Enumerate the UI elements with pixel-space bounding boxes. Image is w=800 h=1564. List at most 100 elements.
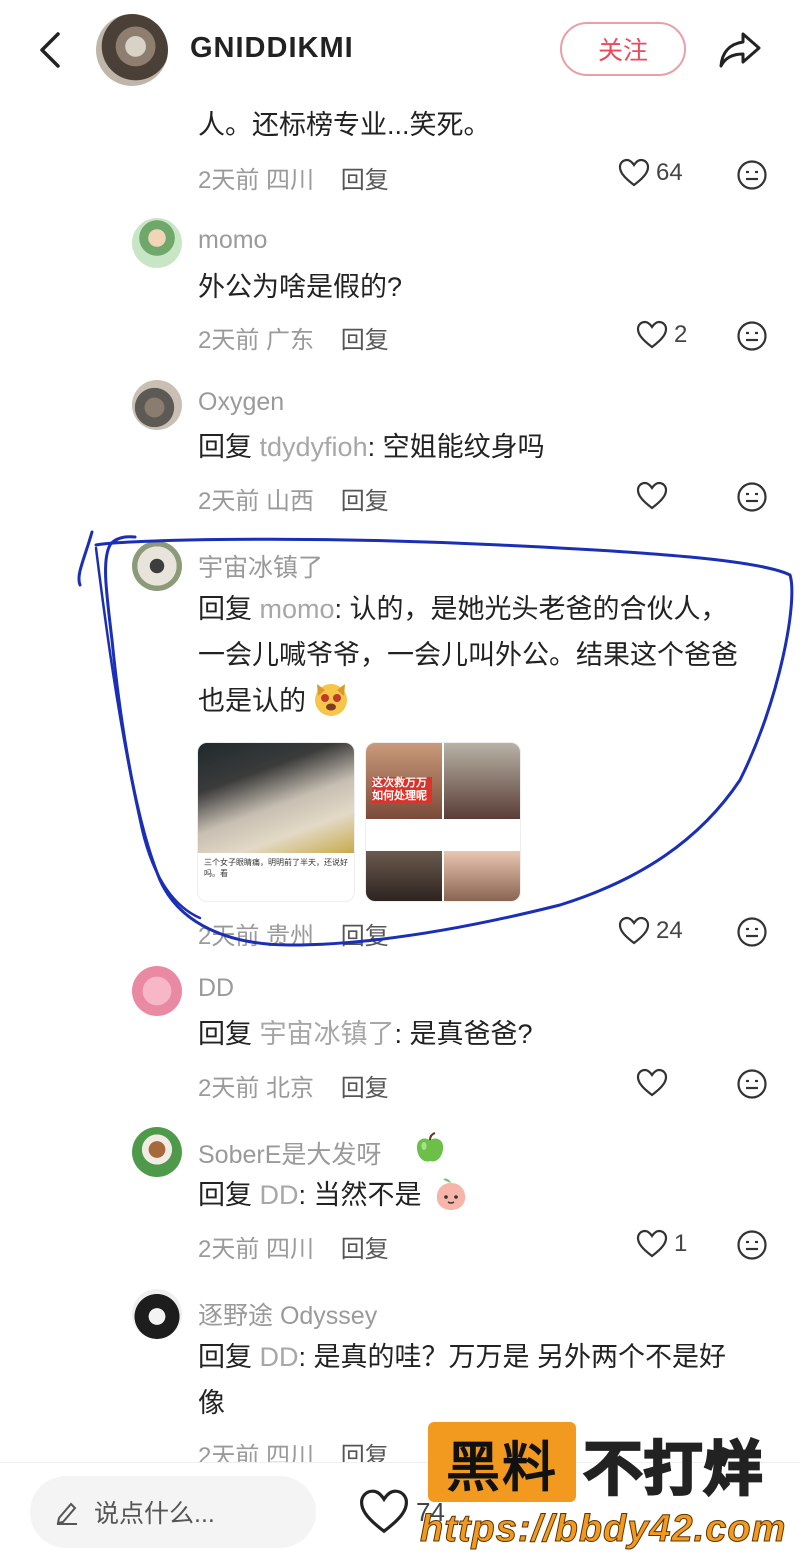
photo-thumb	[444, 851, 520, 901]
like-button[interactable]	[636, 481, 668, 511]
comment-username[interactable]: DD	[198, 974, 234, 1003]
reply-prefix: 回复	[198, 1180, 252, 1210]
heart-icon	[636, 1229, 668, 1258]
reply-button[interactable]: 回复	[341, 1443, 389, 1462]
reply-button[interactable]: 回复	[341, 327, 389, 354]
heart-icon	[618, 916, 650, 945]
comment-username[interactable]: 宇宙冰镇了	[198, 548, 323, 584]
dislike-face-icon[interactable]	[736, 320, 768, 352]
dislike-face-icon[interactable]	[736, 1068, 768, 1100]
avatar[interactable]	[132, 380, 182, 430]
like-button[interactable]: 2	[636, 320, 687, 350]
reply-prefix: 回复	[198, 432, 252, 462]
reply-button[interactable]: 回复	[341, 167, 389, 194]
reply-prefix: 回复	[198, 594, 252, 624]
comment-text: 外公为啥是假的?	[198, 272, 403, 302]
comment-meta: 2天前 北京 回复	[198, 1068, 389, 1103]
comment-region: 贵州	[266, 923, 315, 950]
comment-text: 回复 tdydyfioh: 空姐能纹身吗	[198, 424, 545, 470]
comment-meta: 2天前 四川 回复	[198, 1436, 389, 1462]
reply-prefix: 回复	[198, 1342, 252, 1372]
reply-button[interactable]: 回复	[341, 488, 389, 515]
attachment-image[interactable]: 三个女子眼睛痛，明明前了半天，还说好吗。看	[197, 742, 355, 902]
mention-link[interactable]: DD	[260, 1342, 299, 1372]
peach-face-emoji	[436, 1178, 466, 1210]
comment-username[interactable]: momo	[198, 226, 267, 255]
like-count: 2	[674, 321, 688, 348]
comment-text: 人。还标榜专业...笑死。	[198, 110, 491, 140]
green-apple-emoji	[416, 1132, 444, 1162]
comment-region: 四川	[266, 1443, 315, 1462]
comment-meta: 2天前 广东 回复	[198, 320, 389, 355]
comment-line: : 认的，是她光头老爸的合伙人，	[334, 594, 728, 624]
comment-meta: 2天前 四川 回复	[198, 1229, 389, 1264]
comment-time: 2天前	[198, 167, 260, 194]
attachment-image[interactable]: 这次救万万 如何处理呢	[365, 742, 521, 902]
thumb-caption: 三个女子眼睛痛，明明前了半天，还说好吗。看	[204, 858, 348, 878]
heart-icon	[636, 1068, 668, 1097]
mention-link[interactable]: 宇宙冰镇了	[260, 1019, 395, 1049]
avatar[interactable]	[132, 966, 182, 1016]
author-avatar[interactable]	[96, 14, 168, 86]
heart-icon	[636, 320, 668, 349]
mention-link[interactable]: tdydyfioh	[260, 432, 368, 462]
avatar[interactable]	[132, 1127, 182, 1177]
author-name[interactable]: GNIDDIKMI	[190, 32, 354, 65]
photo-thumb	[366, 851, 442, 901]
comment-input[interactable]: 说点什么...	[30, 1476, 316, 1548]
comment-line: : 是真的哇？万万是 另外两个不是好	[298, 1342, 727, 1372]
comment-region: 四川	[266, 1236, 315, 1263]
share-icon[interactable]	[716, 26, 764, 74]
comment-region: 四川	[266, 167, 315, 194]
reply-button[interactable]: 回复	[341, 923, 389, 950]
comment-time: 2天前	[198, 488, 260, 515]
comment-username[interactable]: SoberE是大发呀	[198, 1135, 381, 1171]
comment-username[interactable]: Oxygen	[198, 388, 284, 417]
avatar[interactable]	[132, 218, 182, 268]
dislike-face-icon[interactable]	[736, 159, 768, 191]
comment-region: 北京	[266, 1075, 315, 1102]
comment-text: 回复 宇宙冰镇了: 是真爸爸?	[198, 1011, 533, 1057]
like-count: 24	[656, 917, 683, 944]
like-count: 64	[656, 159, 683, 186]
comment-region: 广东	[266, 327, 315, 354]
dislike-face-icon[interactable]	[736, 916, 768, 948]
comment-placeholder: 说点什么...	[94, 1500, 215, 1528]
comment-text: 回复 momo: 认的，是她光头老爸的合伙人，	[198, 586, 728, 632]
comment-line: 像	[198, 1388, 225, 1418]
comment-meta: 2天前 四川 回复	[198, 160, 389, 195]
comment-time: 2天前	[198, 327, 260, 354]
back-icon[interactable]	[30, 28, 70, 72]
watermark-box: 黑料	[428, 1422, 576, 1502]
reply-button[interactable]: 回复	[341, 1075, 389, 1102]
comment-time: 2天前	[198, 1075, 260, 1102]
like-count: 1	[674, 1230, 688, 1257]
photo-thumb	[444, 743, 520, 819]
reply-button[interactable]: 回复	[341, 1236, 389, 1263]
avatar[interactable]	[132, 1289, 182, 1339]
like-button[interactable]: 64	[618, 158, 683, 188]
comment-text: 也是认的	[198, 678, 306, 724]
thumb-banner: 这次救万万 如何处理呢	[372, 777, 432, 803]
mention-link[interactable]: momo	[260, 594, 335, 624]
mention-link[interactable]: DD	[260, 1180, 299, 1210]
reply-prefix: 回复	[198, 1019, 252, 1049]
like-button[interactable]: 1	[636, 1229, 687, 1259]
comment-username[interactable]: 逐野途 Odyssey	[198, 1296, 377, 1332]
follow-button[interactable]: 关注	[560, 22, 686, 76]
comment-text: 回复 DD: 当然不是	[198, 1172, 422, 1218]
dislike-face-icon[interactable]	[736, 1229, 768, 1261]
comment-body: : 是真爸爸?	[394, 1019, 533, 1049]
dislike-face-icon[interactable]	[736, 481, 768, 513]
like-button[interactable]	[636, 1068, 668, 1098]
pencil-icon	[56, 1502, 77, 1525]
watermark-text: 不打烊	[582, 1436, 765, 1504]
like-button[interactable]: 24	[618, 916, 683, 946]
avatar[interactable]	[132, 541, 182, 591]
comment-time: 2天前	[198, 923, 260, 950]
comment-meta: 2天前 贵州 回复	[198, 916, 389, 951]
comment-meta: 2天前 山西 回复	[198, 481, 389, 516]
watermark-url: https://bbdy42.com	[419, 1508, 787, 1551]
photo-thumb	[198, 743, 354, 853]
heart-icon	[636, 481, 668, 510]
